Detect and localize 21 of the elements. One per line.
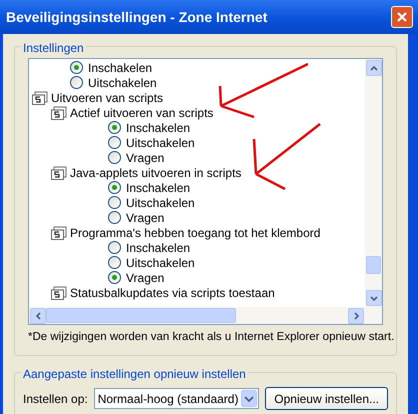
option-label: Uitschakelen: [88, 74, 157, 92]
reset-button[interactable]: Opnieuw instellen...: [265, 387, 388, 410]
category-label: Uitvoeren van scripts: [51, 90, 164, 106]
option-label: Vragen: [126, 150, 164, 166]
option-label: Uitschakelen: [126, 194, 195, 212]
setting-label: Actief uitvoeren van scripts: [70, 104, 214, 122]
option-label: Inschakelen: [126, 180, 190, 196]
option-label: Vragen: [126, 210, 164, 226]
field-label: Instellen op:: [23, 390, 88, 408]
option-label: Inschakelen: [88, 60, 152, 76]
option-label: Uitschakelen: [126, 134, 195, 152]
restart-note: *De wijzigingen worden van kracht als u Internet Explorer opnieuw start.: [28, 330, 394, 345]
option-label: Inschakelen: [126, 240, 190, 256]
option-label: Inschakelen: [126, 120, 190, 136]
option-label: Vragen: [126, 270, 164, 286]
setting-label: Programma's hebben toegang tot het klembord: [70, 224, 320, 242]
level-select[interactable]: Normaal-hoog (standaard): [94, 388, 260, 409]
setting-label: Java-applets uitvoeren in scripts: [70, 164, 242, 182]
option-label: Uitschakelen: [126, 254, 195, 272]
setting-label: Statusbalkupdates via scripts toestaan: [70, 284, 275, 302]
window-title: Beveiligingsinstellingen - Zone Internet: [6, 8, 268, 27]
